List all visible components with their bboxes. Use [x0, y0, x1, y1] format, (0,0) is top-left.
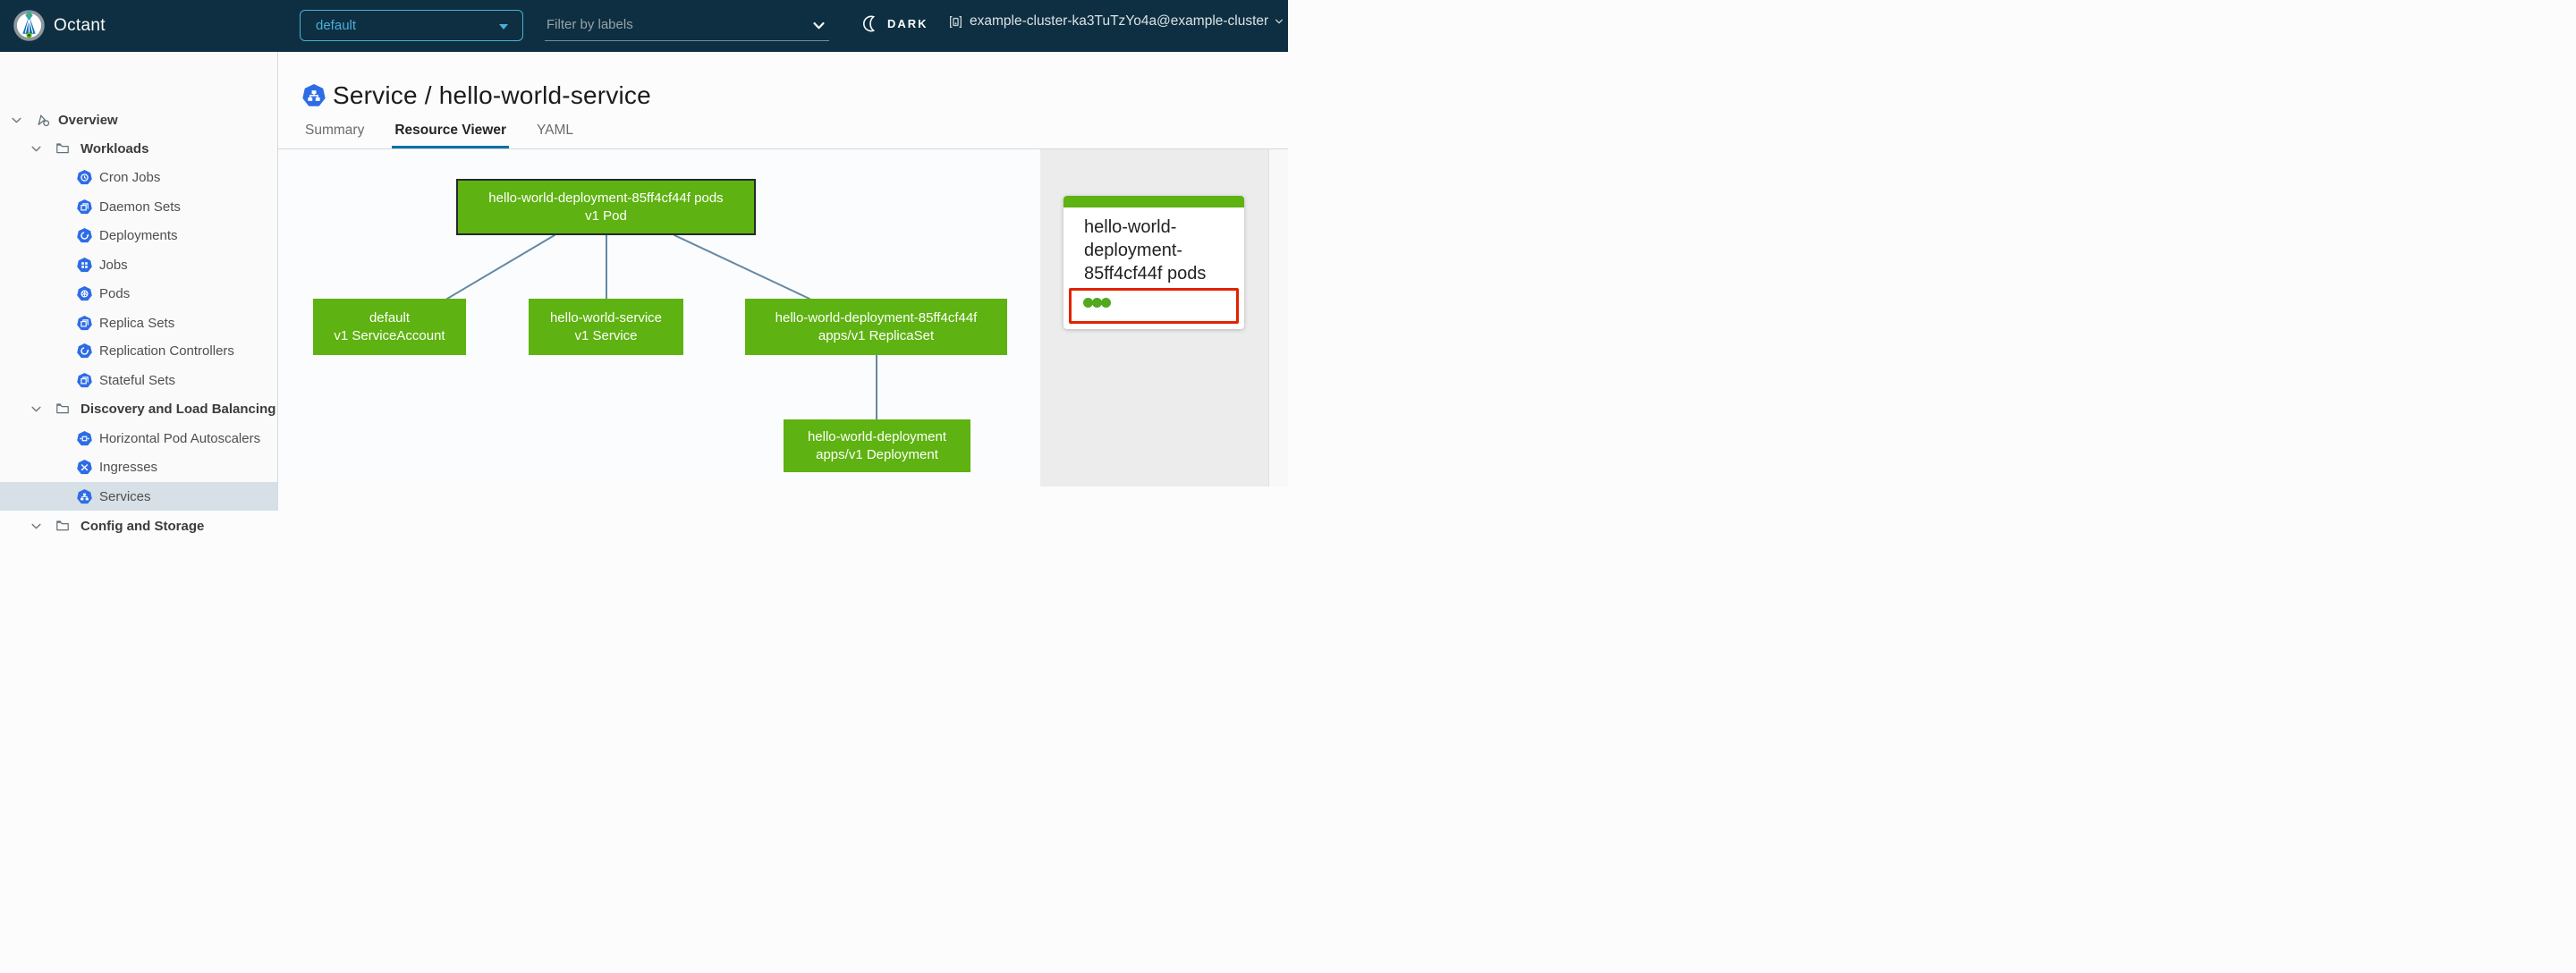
- replication-controllers-icon: [77, 343, 92, 358]
- app-title: Octant: [54, 16, 106, 35]
- caret-down-icon: [499, 24, 508, 30]
- folder-icon: [56, 403, 69, 414]
- node-label: hello-world-deployment: [807, 428, 947, 444]
- theme-toggle[interactable]: DARK: [861, 14, 928, 33]
- deployments-icon: [77, 227, 92, 242]
- page-title: Service / hello-world-service: [333, 81, 651, 109]
- cluster-icon: [950, 15, 962, 28]
- pod-ok-dot[interactable]: [1101, 298, 1111, 308]
- label-filter-input[interactable]: Filter by labels: [545, 11, 829, 41]
- sidebar-item-ingresses[interactable]: Ingresses: [0, 453, 278, 481]
- ingresses-icon: [77, 459, 92, 474]
- theme-toggle-label: DARK: [887, 17, 928, 30]
- node-kind: v1 ServiceAccount: [334, 327, 445, 343]
- node-kind: v1 Pod: [585, 207, 627, 224]
- node-kind: apps/v1 ReplicaSet: [818, 327, 935, 343]
- card-status-bar: [1063, 196, 1244, 207]
- chevron-down-icon[interactable]: [812, 19, 826, 32]
- tab-resource-viewer[interactable]: Resource Viewer: [392, 123, 509, 148]
- resource-graph-canvas[interactable]: hello-world-deployment-85ff4cf44f pods v…: [278, 149, 1288, 486]
- overview-icon: [38, 114, 50, 126]
- sidebar-nav: Overview Workloads Cron Jobs Daemon Sets…: [0, 52, 278, 534]
- graph-node-deployment[interactable]: hello-world-deployment apps/v1 Deploymen…: [784, 419, 970, 472]
- sidebar-item-daemon-sets[interactable]: Daemon Sets: [0, 192, 278, 221]
- label-filter-placeholder: Filter by labels: [547, 17, 633, 32]
- sidebar-item-jobs[interactable]: Jobs: [0, 250, 278, 279]
- detail-card-title: hello-world-deployment-85ff4cf44f pods: [1084, 217, 1207, 283]
- sidebar-item-replication-controllers[interactable]: Replication Controllers: [0, 336, 278, 365]
- detail-card[interactable]: hello-world-deployment-85ff4cf44f pods: [1063, 196, 1244, 329]
- service-resource-icon: [302, 84, 326, 106]
- detail-panel: hello-world-deployment-85ff4cf44f pods: [1040, 149, 1288, 486]
- namespace-value: default: [316, 18, 357, 33]
- node-label: hello-world-service: [549, 309, 663, 326]
- horizontal-pod-autoscalers-icon: [77, 430, 92, 445]
- node-kind: v1 Service: [574, 327, 638, 343]
- graph-node-pod[interactable]: hello-world-deployment-85ff4cf44f pods v…: [456, 179, 756, 235]
- replica-sets-icon: [77, 315, 92, 330]
- node-label: hello-world-deployment-85ff4cf44f pods: [488, 190, 724, 206]
- sidebar-item-pods[interactable]: Pods: [0, 279, 278, 308]
- pods-icon: [77, 285, 92, 300]
- sidebar-item-services[interactable]: Services: [0, 482, 278, 511]
- namespace-select[interactable]: default: [300, 10, 523, 41]
- graph-node-service[interactable]: hello-world-service v1 Service: [529, 299, 683, 355]
- sidebar-item-workloads[interactable]: Workloads: [0, 134, 278, 163]
- chevron-down-icon[interactable]: [30, 143, 42, 155]
- context-name: example-cluster-ka3TuTzYo4a@example-clus…: [970, 13, 1269, 29]
- sidebar-item-replica-sets[interactable]: Replica Sets: [0, 309, 278, 337]
- content-header: Service / hello-world-service Summary Re…: [278, 52, 1288, 149]
- octant-logo-icon: [13, 10, 45, 41]
- node-kind: apps/v1 Deployment: [816, 446, 938, 462]
- folder-icon: [56, 143, 69, 154]
- sidebar-item-cron-jobs[interactable]: Cron Jobs: [0, 163, 278, 191]
- sidebar-item-horizontal-pod-autoscalers[interactable]: Horizontal Pod Autoscalers: [0, 424, 278, 453]
- moon-icon: [863, 15, 876, 32]
- chevron-down-icon[interactable]: [30, 520, 42, 532]
- tab-summary[interactable]: Summary: [302, 123, 367, 148]
- chevron-down-icon[interactable]: [11, 114, 22, 126]
- chevron-down-icon: [1275, 19, 1284, 24]
- header-bar: Octant default Filter by labels DARK exa…: [0, 0, 1288, 52]
- tab-bar: Summary Resource Viewer YAML: [302, 123, 576, 148]
- graph-node-serviceaccount[interactable]: default v1 ServiceAccount: [313, 299, 466, 355]
- context-selector[interactable]: example-cluster-ka3TuTzYo4a@example-clus…: [948, 13, 1284, 30]
- tab-yaml[interactable]: YAML: [534, 123, 576, 148]
- node-label: default: [369, 309, 411, 326]
- sidebar-item-deployments[interactable]: Deployments: [0, 221, 278, 250]
- scrollbar-track[interactable]: [1268, 149, 1288, 486]
- chevron-down-icon[interactable]: [30, 403, 42, 415]
- sidebar-item-discovery-and-load-balancing[interactable]: Discovery and Load Balancing: [0, 394, 278, 423]
- graph-node-replicaset[interactable]: hello-world-deployment-85ff4cf44f apps/v…: [745, 299, 1007, 355]
- daemon-sets-icon: [77, 199, 92, 214]
- services-icon: [77, 488, 92, 503]
- sidebar-item-config-and-storage[interactable]: Config and Storage: [0, 512, 278, 540]
- folder-icon: [56, 520, 69, 531]
- stateful-sets-icon: [77, 372, 92, 387]
- pod-status-box[interactable]: [1069, 288, 1239, 324]
- jobs-icon: [77, 257, 92, 272]
- sidebar-item-overview[interactable]: Overview: [0, 106, 278, 134]
- node-label: hello-world-deployment-85ff4cf44f: [775, 309, 978, 326]
- sidebar-item-stateful-sets[interactable]: Stateful Sets: [0, 366, 278, 394]
- cron-jobs-icon: [77, 169, 92, 184]
